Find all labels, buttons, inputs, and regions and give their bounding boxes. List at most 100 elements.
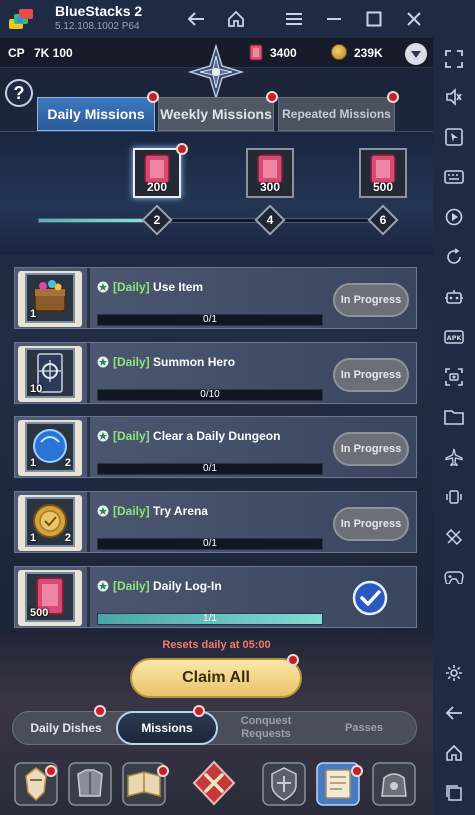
mission-progress-bar: 0/10 bbox=[97, 389, 323, 401]
in-progress-button[interactable]: In Progress bbox=[333, 507, 409, 541]
pointer-icon[interactable] bbox=[441, 124, 467, 150]
reset-timer-text: Resets daily at 05:00 bbox=[162, 639, 271, 651]
treasure-chest-icon[interactable]: 1 bbox=[25, 273, 75, 323]
summon-ticket-icon[interactable]: 10 bbox=[25, 348, 75, 398]
gem-icon[interactable]: 500 bbox=[25, 572, 75, 622]
eco-mode-icon[interactable] bbox=[441, 524, 467, 550]
dropdown-menu-icon[interactable] bbox=[405, 43, 427, 65]
mission-name: Clear a Daily Dungeon bbox=[153, 429, 281, 443]
window-titlebar: BlueStacks 2 5.12.108.1002 P64 bbox=[0, 0, 475, 38]
row-divider bbox=[87, 492, 90, 552]
reward-amount: 300 bbox=[259, 180, 281, 194]
mission-name: Use Item bbox=[153, 280, 204, 294]
tab-passes[interactable]: Passes bbox=[322, 711, 406, 745]
reward-quantity: 10 bbox=[30, 383, 43, 395]
mission-progress-text: 0/10 bbox=[200, 389, 220, 400]
mission-tag: [Daily] bbox=[113, 429, 150, 443]
volume-mute-icon[interactable] bbox=[441, 84, 467, 110]
mission-row: 1 2 [Daily] Clear a Daily Dungeon 0/1 In Pro… bbox=[14, 416, 417, 478]
airplane-mode-icon[interactable] bbox=[441, 444, 467, 470]
record-video-icon[interactable] bbox=[441, 204, 467, 230]
back-icon[interactable] bbox=[183, 6, 209, 32]
key-count-badge: 2 bbox=[64, 457, 71, 469]
notification-dot bbox=[351, 765, 363, 777]
rotate-icon[interactable] bbox=[441, 244, 467, 270]
mission-name: Try Arena bbox=[153, 504, 208, 518]
armor-icon[interactable] bbox=[66, 758, 114, 808]
recent-apps-icon[interactable] bbox=[441, 780, 467, 806]
star-badge-icon bbox=[97, 505, 109, 517]
star-badge-icon bbox=[97, 580, 109, 592]
tab-conquest-requests[interactable]: Conquest Requests bbox=[226, 711, 306, 745]
row-divider bbox=[87, 343, 90, 403]
mission-title: [Daily] Try Arena bbox=[97, 504, 208, 518]
blue-orb-icon[interactable]: 12 bbox=[25, 422, 75, 472]
android-home-icon[interactable] bbox=[441, 740, 467, 766]
mission-progress-text: 1/1 bbox=[203, 613, 217, 624]
reward-quantity: 1 bbox=[30, 457, 37, 469]
macro-icon[interactable] bbox=[441, 284, 467, 310]
svg-text:APK: APK bbox=[447, 334, 463, 342]
tab-repeated-missions[interactable]: Repeated Missions bbox=[278, 97, 395, 131]
reward-progress-fill bbox=[39, 219, 153, 222]
mission-tag: [Daily] bbox=[113, 355, 150, 369]
completed-check-icon[interactable] bbox=[351, 579, 389, 617]
mission-name: Daily Log-In bbox=[153, 579, 222, 593]
row-divider bbox=[87, 417, 90, 477]
mission-progress-bar: 0/1 bbox=[97, 538, 323, 550]
android-back-icon[interactable] bbox=[441, 700, 467, 726]
star-badge-icon bbox=[97, 281, 109, 293]
reward-quantity: 500 bbox=[30, 607, 49, 619]
folder-icon[interactable] bbox=[441, 404, 467, 430]
mission-reward-frame: 10 bbox=[18, 346, 82, 402]
in-progress-button[interactable]: In Progress bbox=[333, 283, 409, 317]
screenshot-icon[interactable] bbox=[441, 364, 467, 390]
hamburger-menu-icon[interactable] bbox=[281, 6, 307, 32]
star-badge-icon bbox=[97, 356, 109, 368]
guild-shield-icon[interactable] bbox=[260, 758, 308, 808]
tab-daily-missions[interactable]: Daily Missions bbox=[37, 97, 155, 131]
reward-chest-2[interactable]: 300 bbox=[246, 148, 294, 198]
tab-weekly-missions[interactable]: Weekly Missions bbox=[158, 97, 274, 131]
in-progress-button[interactable]: In Progress bbox=[333, 358, 409, 392]
fullscreen-icon[interactable] bbox=[441, 46, 467, 72]
arena-medal-icon[interactable]: 12 bbox=[25, 497, 75, 547]
mission-progress-text: 0/1 bbox=[203, 463, 217, 474]
keyboard-icon[interactable] bbox=[441, 164, 467, 190]
shake-icon[interactable] bbox=[441, 484, 467, 510]
reward-chest-3[interactable]: 500 bbox=[359, 148, 407, 198]
cp-label: CP bbox=[8, 46, 25, 60]
minimize-icon[interactable] bbox=[321, 6, 347, 32]
mission-row: 10 [Daily] Summon Hero 0/10 In Progress bbox=[14, 342, 417, 404]
reward-chest-1[interactable]: 200 bbox=[133, 148, 181, 198]
notification-dot bbox=[193, 705, 205, 717]
row-divider bbox=[87, 567, 90, 627]
gold-coin-icon bbox=[331, 44, 347, 60]
mission-progress-text: 0/1 bbox=[203, 538, 217, 549]
inventory-bag-icon[interactable] bbox=[370, 758, 418, 808]
emulator-sidebar: APK bbox=[433, 38, 475, 815]
close-icon[interactable] bbox=[401, 6, 427, 32]
install-apk-icon[interactable]: APK bbox=[441, 324, 467, 350]
star-badge-icon bbox=[97, 430, 109, 442]
notification-dot bbox=[94, 705, 106, 717]
notification-dot bbox=[176, 143, 188, 155]
reward-amount: 200 bbox=[146, 180, 168, 194]
battle-crossed-swords-icon[interactable] bbox=[190, 758, 238, 808]
help-button[interactable]: ? bbox=[5, 79, 33, 107]
settings-gear-icon[interactable] bbox=[441, 660, 467, 686]
mission-reward-frame: 12 bbox=[18, 420, 82, 476]
maximize-icon[interactable] bbox=[361, 6, 387, 32]
home-icon[interactable] bbox=[223, 6, 249, 32]
mission-tag: [Daily] bbox=[113, 504, 150, 518]
mission-reward-frame: 12 bbox=[18, 495, 82, 551]
claim-all-button[interactable]: Claim All bbox=[130, 658, 302, 698]
bluestacks-logo-icon bbox=[9, 9, 33, 29]
mission-reward-frame: 500 bbox=[18, 570, 82, 626]
gamepad-icon[interactable] bbox=[441, 564, 467, 590]
mission-title: [Daily] Clear a Daily Dungeon bbox=[97, 429, 280, 443]
in-progress-button[interactable]: In Progress bbox=[333, 432, 409, 466]
mission-progress-bar: 0/1 bbox=[97, 314, 323, 326]
tab-missions[interactable]: Missions bbox=[116, 711, 218, 745]
key-count-badge: 2 bbox=[64, 532, 71, 544]
